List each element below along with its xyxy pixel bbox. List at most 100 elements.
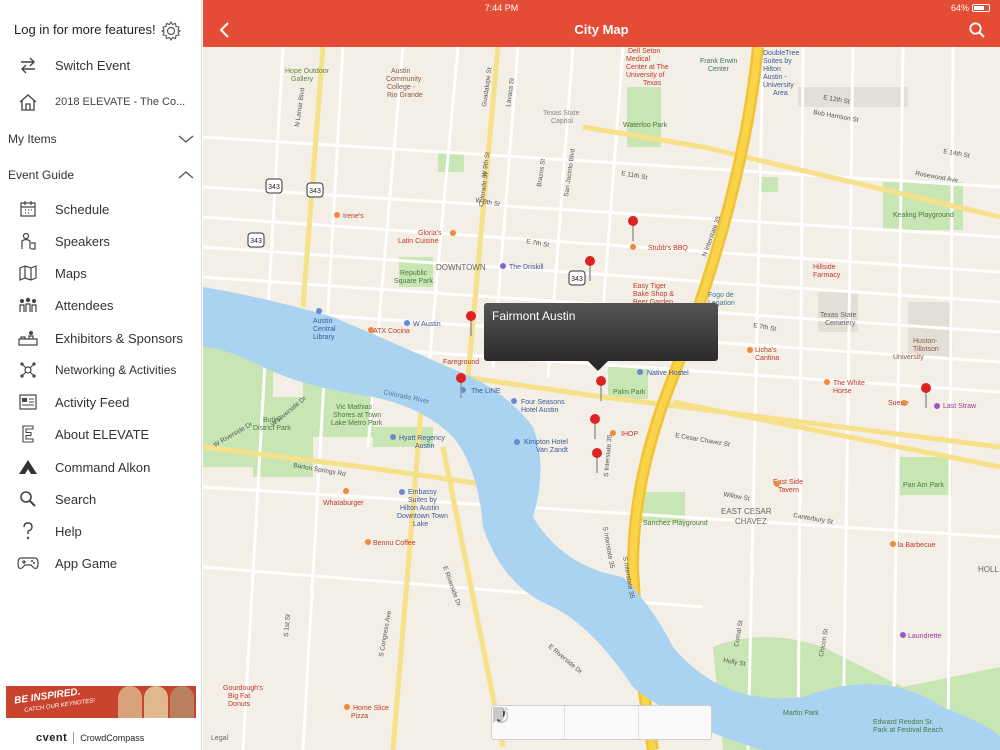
- svg-text:Willow St: Willow St: [723, 491, 751, 503]
- svg-text:The LINE: The LINE: [471, 388, 501, 395]
- svg-text:Area: Area: [773, 90, 788, 97]
- sidebar-item-label: 2018 ELEVATE - The Co...: [55, 96, 186, 108]
- speaker-photo: [170, 686, 194, 718]
- speaker-photo: [144, 686, 168, 718]
- tab-alarm[interactable]: [493, 706, 711, 739]
- svg-text:Horse: Horse: [833, 388, 852, 395]
- sidebar-item-label: Speakers: [55, 233, 110, 249]
- gear-icon[interactable]: [160, 20, 182, 42]
- svg-text:Rio Grande: Rio Grande: [387, 92, 423, 99]
- svg-text:The White: The White: [833, 380, 865, 387]
- svg-text:Cemetery: Cemetery: [825, 320, 856, 327]
- svg-text:Tavern: Tavern: [778, 487, 799, 494]
- sidebar-item-label: Search: [55, 491, 97, 507]
- svg-text:Whataburger: Whataburger: [323, 500, 364, 507]
- svg-text:Austin: Austin: [391, 68, 411, 75]
- city-map[interactable]: 343 343 343 343 Hope Outdoor Gallery Aus…: [203, 47, 1000, 750]
- sidebar-item-networking[interactable]: Networking & Activities: [0, 354, 202, 386]
- sidebar: Log in for more features! Switch Event 2…: [0, 0, 202, 750]
- sidebar-item-help[interactable]: Help: [0, 515, 202, 547]
- feed-icon: [17, 391, 39, 413]
- svg-text:Home Slice: Home Slice: [353, 705, 389, 712]
- svg-text:Waterloo Park: Waterloo Park: [623, 122, 668, 129]
- svg-text:Latin Cuisine: Latin Cuisine: [398, 238, 439, 245]
- gamepad-icon: [17, 552, 39, 574]
- svg-text:Downtown Town: Downtown Town: [397, 513, 448, 520]
- callout-title: Fairmont Austin: [492, 309, 576, 323]
- sidebar-item-event-home[interactable]: 2018 ELEVATE - The Co...: [0, 86, 202, 118]
- svg-text:Donuts: Donuts: [228, 701, 251, 708]
- chevron-up-icon: [178, 171, 194, 179]
- legal-link[interactable]: Legal: [211, 735, 228, 742]
- svg-text:E Riverside Dr: E Riverside Dr: [547, 643, 584, 676]
- svg-text:Hilton Austin: Hilton Austin: [400, 505, 439, 512]
- svg-text:Cantina: Cantina: [755, 355, 779, 362]
- triangle-logo-icon: [17, 456, 39, 478]
- svg-text:S Interstate 35: S Interstate 35: [603, 434, 614, 477]
- e-letter-icon: [17, 423, 39, 445]
- sidebar-item-switch-event[interactable]: Switch Event: [0, 49, 202, 81]
- pin: [628, 216, 638, 241]
- svg-text:Texas State: Texas State: [820, 312, 857, 319]
- svg-text:Hope Outdoor: Hope Outdoor: [285, 68, 330, 75]
- svg-text:Library: Library: [313, 334, 335, 341]
- svg-text:E 14th St: E 14th St: [943, 148, 971, 160]
- sidebar-item-command-alkon[interactable]: Command Alkon: [0, 451, 202, 483]
- svg-text:Central: Central: [313, 326, 336, 333]
- svg-text:University: University: [893, 354, 924, 361]
- sidebar-item-search[interactable]: Search: [0, 483, 202, 515]
- keynote-promo-banner[interactable]: BE INSPIRED. CATCH OUR KEYNOTES!: [6, 686, 196, 718]
- svg-text:Kimpton Hotel: Kimpton Hotel: [524, 439, 568, 446]
- svg-text:DOWNTOWN: DOWNTOWN: [436, 263, 486, 272]
- sidebar-item-exhibitors[interactable]: Exhibitors & Sponsors: [0, 322, 202, 354]
- speaker-icon: [17, 230, 39, 252]
- search-icon: [17, 488, 39, 510]
- search-icon[interactable]: [968, 21, 986, 39]
- svg-text:Pan Am Park: Pan Am Park: [903, 482, 944, 489]
- sidebar-item-label: About ELEVATE: [55, 426, 150, 442]
- question-icon: [17, 520, 39, 542]
- svg-text:Huston-: Huston-: [913, 338, 938, 345]
- svg-text:343: 343: [309, 188, 321, 195]
- calendar-icon: [17, 198, 39, 220]
- svg-text:Lake: Lake: [413, 521, 428, 528]
- brand-footer: cvent CrowdCompass: [36, 732, 144, 744]
- svg-text:Edward Rendon Sr.: Edward Rendon Sr.: [873, 719, 934, 726]
- svg-text:HOLL: HOLL: [978, 565, 999, 574]
- top-bar: 7:44 PM 64% City Map: [203, 0, 1000, 47]
- event-guide-section[interactable]: Event Guide: [0, 161, 202, 189]
- my-items-section[interactable]: My Items: [0, 125, 202, 153]
- svg-text:Martin Park: Martin Park: [783, 710, 819, 717]
- sidebar-item-app-game[interactable]: App Game: [0, 547, 202, 579]
- svg-text:S 1st St: S 1st St: [283, 614, 292, 637]
- sidebar-item-attendees[interactable]: Attendees: [0, 289, 202, 321]
- sidebar-item-about[interactable]: About ELEVATE: [0, 418, 202, 450]
- sidebar-item-maps[interactable]: Maps: [0, 257, 202, 289]
- sidebar-item-activity-feed[interactable]: Activity Feed: [0, 386, 202, 418]
- crowdcompass-logo: CrowdCompass: [80, 733, 145, 743]
- login-prompt[interactable]: Log in for more features!: [14, 22, 156, 37]
- svg-text:Big Fat: Big Fat: [228, 693, 250, 700]
- svg-text:Gallery: Gallery: [291, 76, 314, 83]
- sidebar-item-speakers[interactable]: Speakers: [0, 225, 202, 257]
- tab-bookmarks[interactable]: [493, 706, 639, 739]
- svg-text:Easy Tiger: Easy Tiger: [633, 283, 667, 290]
- svg-text:Shores at Town: Shores at Town: [333, 412, 381, 419]
- map-bottom-toolbar: [491, 705, 712, 740]
- switch-arrows-icon: [17, 54, 39, 76]
- chevron-down-icon: [178, 135, 194, 143]
- svg-text:343: 343: [268, 184, 280, 191]
- svg-text:Suites by: Suites by: [763, 58, 792, 65]
- selected-location-callout[interactable]: Fairmont Austin: [484, 303, 718, 371]
- home-icon: [17, 91, 39, 113]
- svg-text:la Barbecue: la Barbecue: [898, 542, 935, 549]
- svg-text:Hillside: Hillside: [813, 264, 836, 271]
- svg-text:Four Seasons: Four Seasons: [521, 399, 565, 406]
- svg-text:Community: Community: [386, 76, 422, 83]
- svg-text:Capitol: Capitol: [551, 118, 573, 125]
- sidebar-item-label: Command Alkon: [55, 459, 151, 475]
- svg-text:EAST CESAR: EAST CESAR: [721, 507, 772, 516]
- map-canvas: 343 343 343 343 Hope Outdoor Gallery Aus…: [203, 47, 1000, 750]
- sidebar-item-label: Exhibitors & Sponsors: [55, 330, 183, 346]
- sidebar-item-schedule[interactable]: Schedule: [0, 193, 202, 225]
